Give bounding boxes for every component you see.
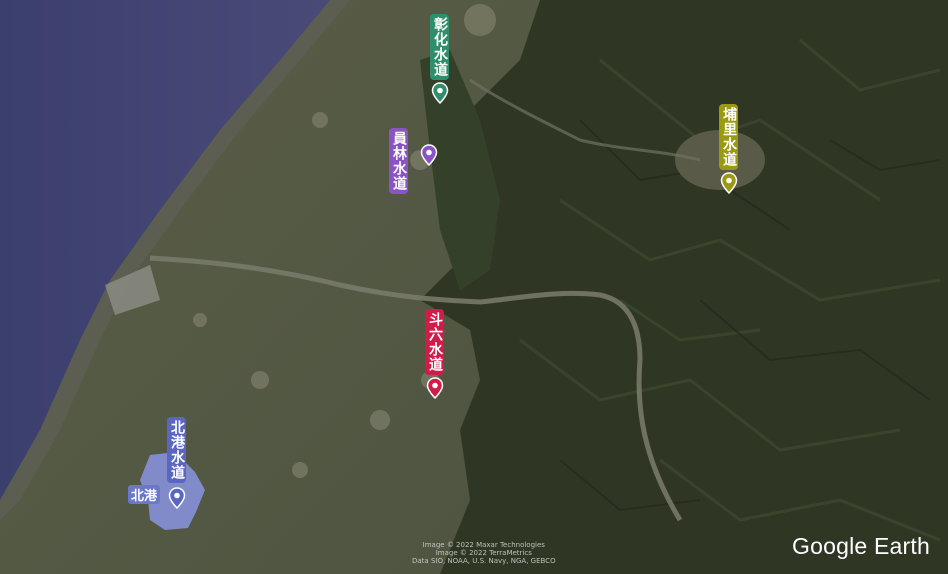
map-view[interactable]: 彰化水道 員林水道 埔里水道 斗六水道 北港水道 北港 Image © 2022… bbox=[0, 0, 948, 574]
map-pin-icon bbox=[168, 487, 185, 509]
marker-yuanlin[interactable]: 員林水道 bbox=[389, 128, 438, 194]
marker-label: 斗六水道 bbox=[425, 309, 444, 375]
area-label-beigang: 北港 bbox=[128, 485, 161, 504]
google-earth-logo: Google Earth bbox=[792, 533, 930, 559]
attribution-line: Image © 2022 Maxar Technologies bbox=[422, 541, 545, 549]
attribution-line: Data SIO, NOAA, U.S. Navy, NGA, GEBCO bbox=[412, 557, 556, 565]
marker-changhua[interactable]: 彰化水道 bbox=[430, 14, 449, 104]
marker-puli[interactable]: 埔里水道 bbox=[719, 104, 738, 194]
marker-label: 北港水道 bbox=[167, 417, 186, 483]
marker-douliu[interactable]: 斗六水道 bbox=[425, 309, 444, 399]
marker-label: 員林水道 bbox=[389, 128, 408, 194]
map-pin-icon bbox=[420, 144, 438, 166]
map-pin-icon bbox=[431, 82, 448, 104]
imagery-attribution: Image © 2022 Maxar Technologies Image © … bbox=[412, 541, 556, 565]
map-pin-icon bbox=[426, 377, 443, 399]
attribution-line: Image © 2022 TerraMetrics bbox=[435, 549, 532, 557]
marker-beigang[interactable]: 北港水道 bbox=[167, 417, 186, 509]
map-pin-icon bbox=[720, 172, 737, 194]
marker-label: 埔里水道 bbox=[719, 104, 738, 170]
marker-label: 彰化水道 bbox=[430, 14, 449, 80]
